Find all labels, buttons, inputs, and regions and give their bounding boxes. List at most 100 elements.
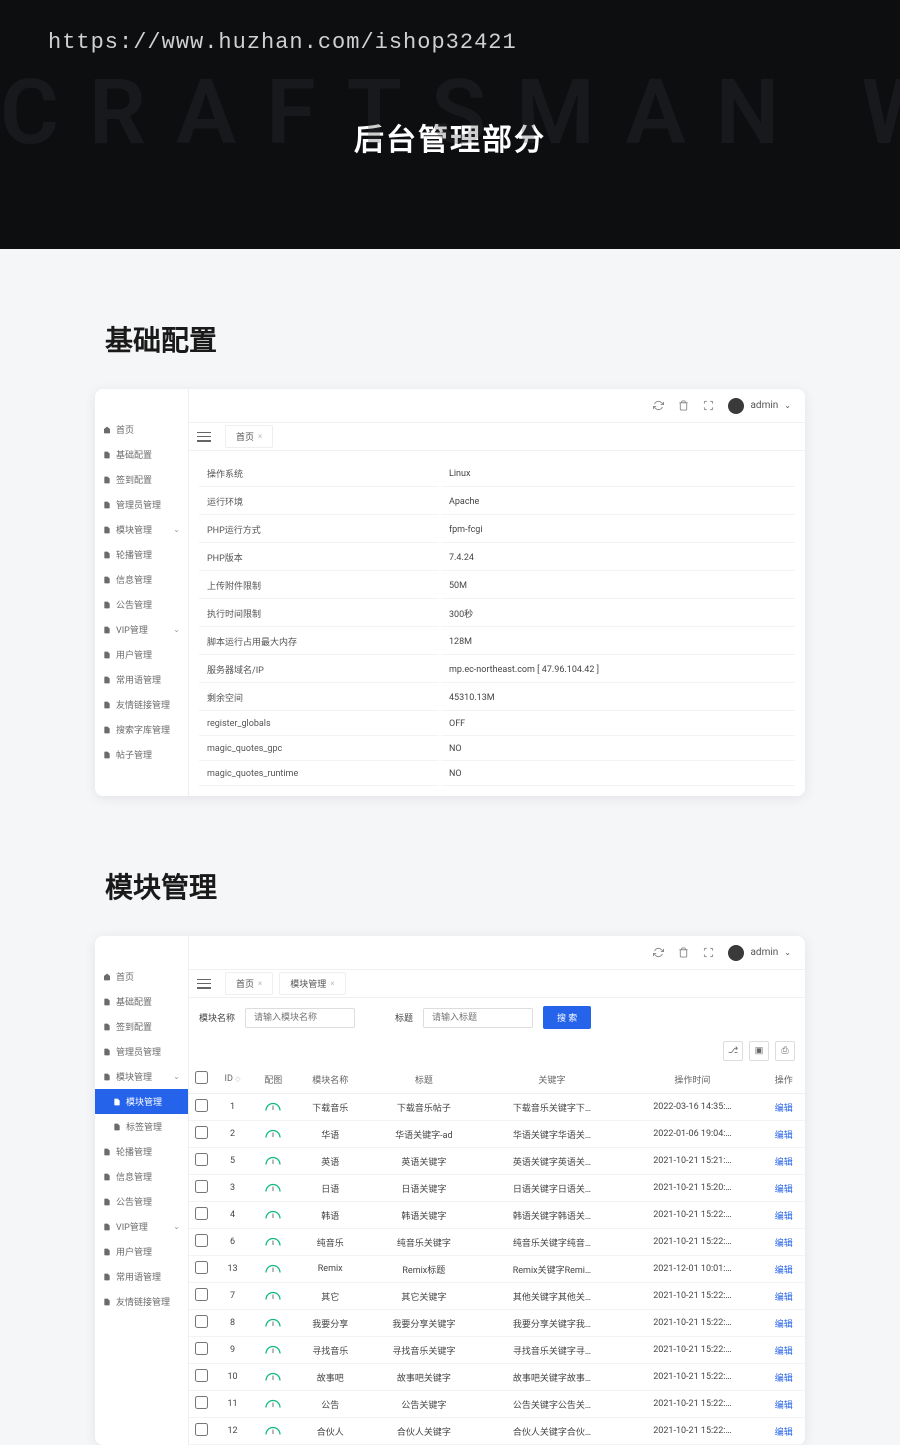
sidebar-item[interactable]: 模块管理⌄ [95, 517, 188, 542]
sidebar-item[interactable]: 友情链接管理 [95, 1289, 188, 1314]
edit-link[interactable]: 编辑 [775, 1266, 793, 1276]
sidebar-item[interactable]: 签到配置 [95, 1014, 188, 1039]
tab[interactable]: 模块管理× [279, 972, 345, 995]
sidebar-item[interactable]: 用户管理 [95, 642, 188, 667]
cell-id: 3 [213, 1175, 252, 1202]
trash-icon[interactable] [678, 400, 689, 411]
edit-link[interactable]: 编辑 [775, 1185, 793, 1195]
row-checkbox[interactable] [195, 1261, 208, 1274]
edit-link[interactable]: 编辑 [775, 1104, 793, 1114]
sidebar-item[interactable]: 首页 [95, 417, 188, 442]
close-icon[interactable]: × [258, 979, 262, 988]
sidebar-item[interactable]: VIP管理⌄ [95, 617, 188, 642]
cell-image [252, 1121, 294, 1148]
edit-link[interactable]: 编辑 [775, 1212, 793, 1222]
sidebar-item[interactable]: 管理员管理 [95, 1039, 188, 1064]
info-row: 上传附件限制50M [199, 573, 795, 599]
sidebar-item[interactable]: 签到配置 [95, 467, 188, 492]
row-checkbox[interactable] [195, 1315, 208, 1328]
sidebar-item[interactable]: 管理员管理 [95, 492, 188, 517]
edit-link[interactable]: 编辑 [775, 1239, 793, 1249]
sidebar-item[interactable]: 模块管理⌄ [95, 1064, 188, 1089]
info-key: register_globals [199, 713, 439, 736]
sidebar-item[interactable]: 搜索字库管理 [95, 717, 188, 742]
select-all-checkbox[interactable] [195, 1071, 208, 1084]
cell-name: 故事吧 [294, 1364, 366, 1391]
user-menu[interactable]: admin ⌄ [728, 945, 791, 961]
sidebar-item-label: 友情链接管理 [116, 1295, 170, 1308]
info-row: 运行环境Apache [199, 489, 795, 515]
sidebar-item[interactable]: 常用语管理 [95, 667, 188, 692]
sidebar-item[interactable]: 常用语管理 [95, 1264, 188, 1289]
row-checkbox[interactable] [195, 1099, 208, 1112]
trash-icon[interactable] [678, 947, 689, 958]
row-checkbox[interactable] [195, 1396, 208, 1409]
cell-keyword: 其他关键字其他关… [482, 1283, 622, 1310]
edit-link[interactable]: 编辑 [775, 1293, 793, 1303]
gauge-icon [264, 1129, 282, 1139]
sidebar-item[interactable]: 模块管理 [95, 1089, 188, 1114]
export-button[interactable]: ▣ [749, 1041, 769, 1061]
edit-link[interactable]: 编辑 [775, 1374, 793, 1384]
column-header: 操作 [763, 1065, 805, 1094]
sidebar-item[interactable]: 友情链接管理 [95, 692, 188, 717]
sidebar-item-label: VIP管理 [116, 623, 148, 636]
sidebar-item[interactable]: 帖子管理 [95, 742, 188, 767]
tab[interactable]: 首页× [225, 425, 273, 448]
print-button[interactable]: ⎙ [775, 1041, 795, 1061]
row-checkbox[interactable] [195, 1234, 208, 1247]
row-checkbox[interactable] [195, 1423, 208, 1436]
edit-link[interactable]: 编辑 [775, 1158, 793, 1168]
file-icon [103, 998, 111, 1006]
sidebar-item[interactable]: 基础配置 [95, 442, 188, 467]
cell-time: 2021-10-21 15:22:… [622, 1364, 762, 1391]
row-checkbox[interactable] [195, 1180, 208, 1193]
edit-link[interactable]: 编辑 [775, 1428, 793, 1438]
sidebar-item[interactable]: 用户管理 [95, 1239, 188, 1264]
info-key: magic_quotes_runtime [199, 763, 439, 786]
info-row: PHP运行方式fpm-fcgi [199, 517, 795, 543]
sidebar-item[interactable]: 标签管理 [95, 1114, 188, 1139]
edit-link[interactable]: 编辑 [775, 1347, 793, 1357]
menu-toggle-icon[interactable] [197, 979, 211, 989]
fullscreen-icon[interactable] [703, 400, 714, 411]
refresh-icon[interactable] [653, 947, 664, 958]
fullscreen-icon[interactable] [703, 947, 714, 958]
close-icon[interactable]: × [330, 979, 334, 988]
row-checkbox[interactable] [195, 1207, 208, 1220]
info-key: magic_quotes_gpc [199, 738, 439, 761]
edit-link[interactable]: 编辑 [775, 1320, 793, 1330]
sidebar-item[interactable]: VIP管理⌄ [95, 1214, 188, 1239]
sidebar-item[interactable]: 首页 [95, 964, 188, 989]
sidebar-item-label: 轮播管理 [116, 1145, 152, 1158]
row-checkbox[interactable] [195, 1126, 208, 1139]
columns-button[interactable]: ⎇ [723, 1041, 743, 1061]
cell-id: 10 [213, 1364, 252, 1391]
close-icon[interactable]: × [258, 432, 262, 441]
sidebar-item[interactable]: 公告管理 [95, 1189, 188, 1214]
row-checkbox[interactable] [195, 1342, 208, 1355]
menu-toggle-icon[interactable] [197, 432, 211, 442]
sidebar-item[interactable]: 基础配置 [95, 989, 188, 1014]
cell-image [252, 1391, 294, 1418]
row-checkbox[interactable] [195, 1153, 208, 1166]
cell-name: 下载音乐 [294, 1094, 366, 1121]
sidebar-item[interactable]: 轮播管理 [95, 1139, 188, 1164]
row-checkbox[interactable] [195, 1369, 208, 1382]
column-header[interactable]: ID ◇ [213, 1065, 252, 1094]
sidebar-item[interactable]: 信息管理 [95, 567, 188, 592]
sidebar-item[interactable]: 轮播管理 [95, 542, 188, 567]
tab[interactable]: 首页× [225, 972, 273, 995]
edit-link[interactable]: 编辑 [775, 1131, 793, 1141]
cell-time: 2021-12-01 10:01:… [622, 1256, 762, 1283]
search-button[interactable]: 搜 索 [543, 1006, 591, 1029]
sidebar-item[interactable]: 公告管理 [95, 592, 188, 617]
filter-name-input[interactable] [245, 1008, 355, 1028]
edit-link[interactable]: 编辑 [775, 1401, 793, 1411]
row-checkbox[interactable] [195, 1288, 208, 1301]
filter-title-input[interactable] [423, 1008, 533, 1028]
file-icon [103, 1198, 111, 1206]
user-menu[interactable]: admin ⌄ [728, 398, 791, 414]
sidebar-item[interactable]: 信息管理 [95, 1164, 188, 1189]
refresh-icon[interactable] [653, 400, 664, 411]
